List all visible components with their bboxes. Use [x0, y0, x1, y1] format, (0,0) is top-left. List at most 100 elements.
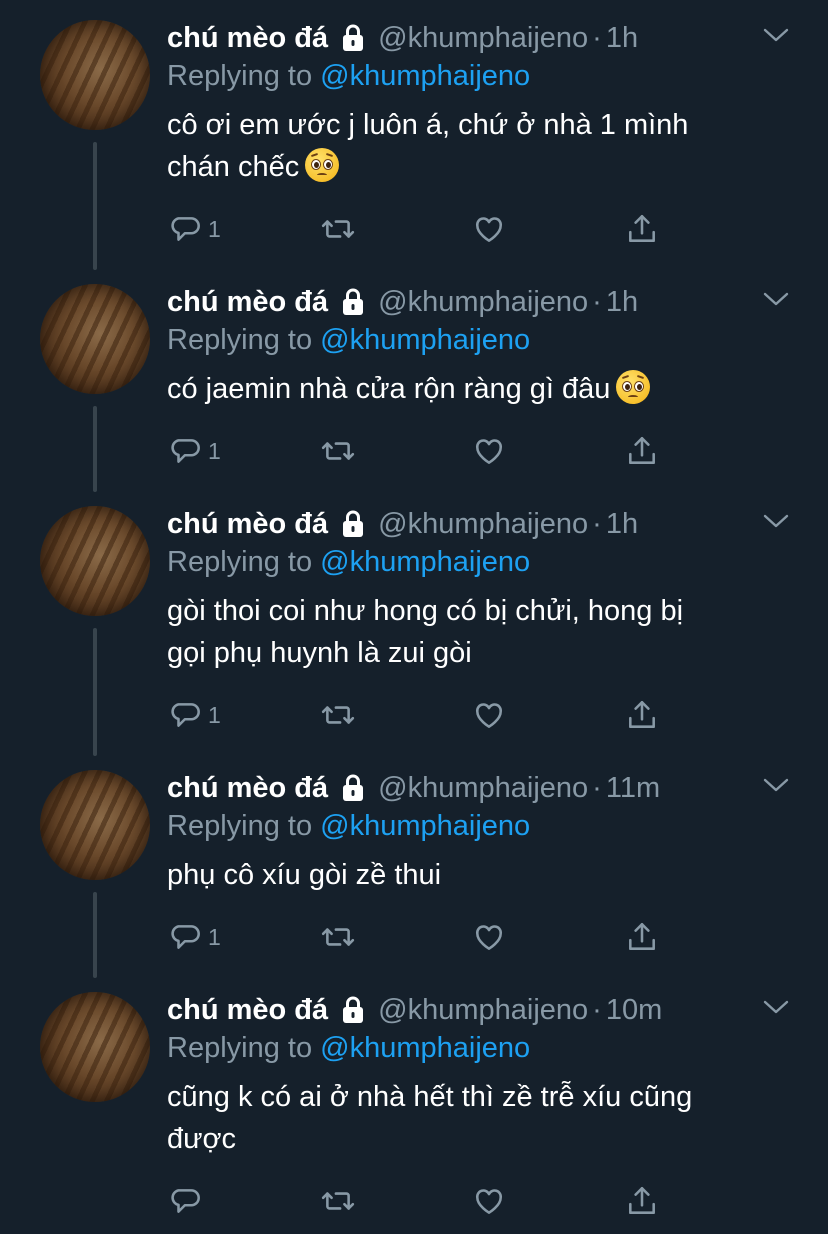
- display-name[interactable]: chú mèo đá: [167, 22, 328, 55]
- tweet[interactable]: chú mèo đá @khumphaijeno · 11m Replying to @…: [0, 750, 828, 978]
- like-button[interactable]: [472, 1184, 506, 1218]
- tweet[interactable]: chú mèo đá @khumphaijeno · 1h Replying to @k…: [0, 0, 828, 270]
- tweet-text-line: gòi thoi coi như hong có bị chửi, hong b…: [167, 595, 684, 627]
- retweet-button[interactable]: [320, 1184, 356, 1218]
- timestamp[interactable]: 1h: [606, 508, 638, 541]
- reply-icon: [170, 434, 204, 468]
- tweet-text-segment: có jaemin nhà cửa rộn ràng gì đâu: [167, 373, 611, 405]
- replying-prefix: Replying to: [167, 60, 313, 92]
- reply-button[interactable]: 1: [170, 698, 221, 732]
- share-button[interactable]: [625, 212, 659, 246]
- user-handle[interactable]: @khumphaijeno: [378, 286, 588, 319]
- avatar[interactable]: [40, 20, 150, 130]
- tweet-actions: 1: [170, 920, 690, 954]
- heart-icon: [472, 1184, 506, 1218]
- mention-link[interactable]: @khumphaijeno: [320, 546, 530, 578]
- mention-link[interactable]: @khumphaijeno: [320, 60, 530, 92]
- timestamp[interactable]: 1h: [606, 22, 638, 55]
- chevron-down-icon[interactable]: [762, 776, 790, 799]
- retweet-button[interactable]: [320, 698, 356, 732]
- avatar[interactable]: [40, 506, 150, 616]
- display-name[interactable]: chú mèo đá: [167, 994, 328, 1027]
- retweet-button[interactable]: [320, 212, 356, 246]
- reply-button[interactable]: 1: [170, 434, 221, 468]
- display-name[interactable]: chú mèo đá: [167, 508, 328, 541]
- tweet-header: chú mèo đá @khumphaijeno · 1h: [167, 504, 638, 544]
- display-name[interactable]: chú mèo đá: [167, 286, 328, 319]
- share-button[interactable]: [625, 698, 659, 732]
- like-button[interactable]: [472, 434, 506, 468]
- tweet-text: phụ cô xíu gòi zề thui: [167, 854, 767, 896]
- tweet-actions: 1: [170, 698, 690, 732]
- timestamp[interactable]: 10m: [606, 994, 662, 1027]
- pleading-face-emoji: [305, 148, 340, 182]
- reply-button[interactable]: [170, 1184, 208, 1218]
- tweet-text: cũng k có ai ở nhà hết thì zề trễ xíu cũ…: [167, 1076, 767, 1160]
- tweet-text-line: có jaemin nhà cửa rộn ràng gì đâu: [167, 368, 767, 410]
- chevron-down-icon[interactable]: [762, 26, 790, 49]
- replying-to: Replying to @khumphaijeno: [167, 546, 530, 579]
- reply-count: 1: [208, 923, 221, 950]
- thread-connector-line: [93, 406, 97, 492]
- chevron-down-icon[interactable]: [762, 512, 790, 535]
- mention-link[interactable]: @khumphaijeno: [320, 810, 530, 842]
- replying-prefix: Replying to: [167, 810, 313, 842]
- retweet-button[interactable]: [320, 434, 356, 468]
- retweet-button[interactable]: [320, 920, 356, 954]
- heart-icon: [472, 920, 506, 954]
- mention-link[interactable]: @khumphaijeno: [320, 324, 530, 356]
- lock-icon: [338, 772, 368, 804]
- reply-button[interactable]: 1: [170, 212, 221, 246]
- reply-button[interactable]: 1: [170, 920, 221, 954]
- replying-to: Replying to @khumphaijeno: [167, 810, 530, 843]
- share-button[interactable]: [625, 1184, 659, 1218]
- tweet[interactable]: chú mèo đá @khumphaijeno · 10m Replying to @…: [0, 972, 828, 1234]
- display-name[interactable]: chú mèo đá: [167, 772, 328, 805]
- replying-to: Replying to @khumphaijeno: [167, 1032, 530, 1065]
- mention-link[interactable]: @khumphaijeno: [320, 1032, 530, 1064]
- retweet-icon: [320, 212, 356, 246]
- thread-connector-line: [93, 628, 97, 756]
- avatar[interactable]: [40, 992, 150, 1102]
- tweet-text-line: cũng k có ai ở nhà hết thì zề trễ xíu cũ…: [167, 1081, 693, 1113]
- like-button[interactable]: [472, 920, 506, 954]
- thread-connector-line: [93, 892, 97, 978]
- dot-separator: ·: [592, 21, 602, 54]
- share-button[interactable]: [625, 920, 659, 954]
- share-button[interactable]: [625, 434, 659, 468]
- lock-icon: [338, 22, 368, 54]
- chevron-down-icon[interactable]: [762, 290, 790, 313]
- tweet-text-line: chán chếc: [167, 146, 767, 188]
- dot-separator: ·: [592, 285, 602, 318]
- share-icon: [625, 920, 659, 954]
- timestamp[interactable]: 1h: [606, 286, 638, 319]
- replying-to: Replying to @khumphaijeno: [167, 60, 530, 93]
- user-handle[interactable]: @khumphaijeno: [378, 994, 588, 1027]
- tweet-actions: [170, 1184, 690, 1218]
- tweet-text-segment: chán chếc: [167, 151, 300, 183]
- avatar[interactable]: [40, 284, 150, 394]
- user-handle[interactable]: @khumphaijeno: [378, 22, 588, 55]
- user-handle[interactable]: @khumphaijeno: [378, 772, 588, 805]
- retweet-icon: [320, 920, 356, 954]
- heart-icon: [472, 212, 506, 246]
- retweet-icon: [320, 698, 356, 732]
- tweet-thread: chú mèo đá @khumphaijeno · 1h Replying to @k…: [0, 0, 828, 1234]
- tweet-text-line: phụ cô xíu gòi zề thui: [167, 859, 442, 891]
- timestamp[interactable]: 11m: [606, 772, 660, 805]
- tweet[interactable]: chú mèo đá @khumphaijeno · 1h Replying to @k…: [0, 264, 828, 492]
- avatar[interactable]: [40, 770, 150, 880]
- replying-to: Replying to @khumphaijeno: [167, 324, 530, 357]
- lock-icon: [338, 286, 368, 318]
- like-button[interactable]: [472, 698, 506, 732]
- replying-prefix: Replying to: [167, 546, 313, 578]
- reply-icon: [170, 698, 204, 732]
- chevron-down-icon[interactable]: [762, 998, 790, 1021]
- user-handle[interactable]: @khumphaijeno: [378, 508, 588, 541]
- tweet-actions: 1: [170, 212, 690, 246]
- like-button[interactable]: [472, 212, 506, 246]
- dot-separator: ·: [592, 993, 602, 1026]
- tweet-header: chú mèo đá @khumphaijeno · 10m: [167, 990, 662, 1030]
- tweet[interactable]: chú mèo đá @khumphaijeno · 1h Replying to @k…: [0, 486, 828, 756]
- heart-icon: [472, 434, 506, 468]
